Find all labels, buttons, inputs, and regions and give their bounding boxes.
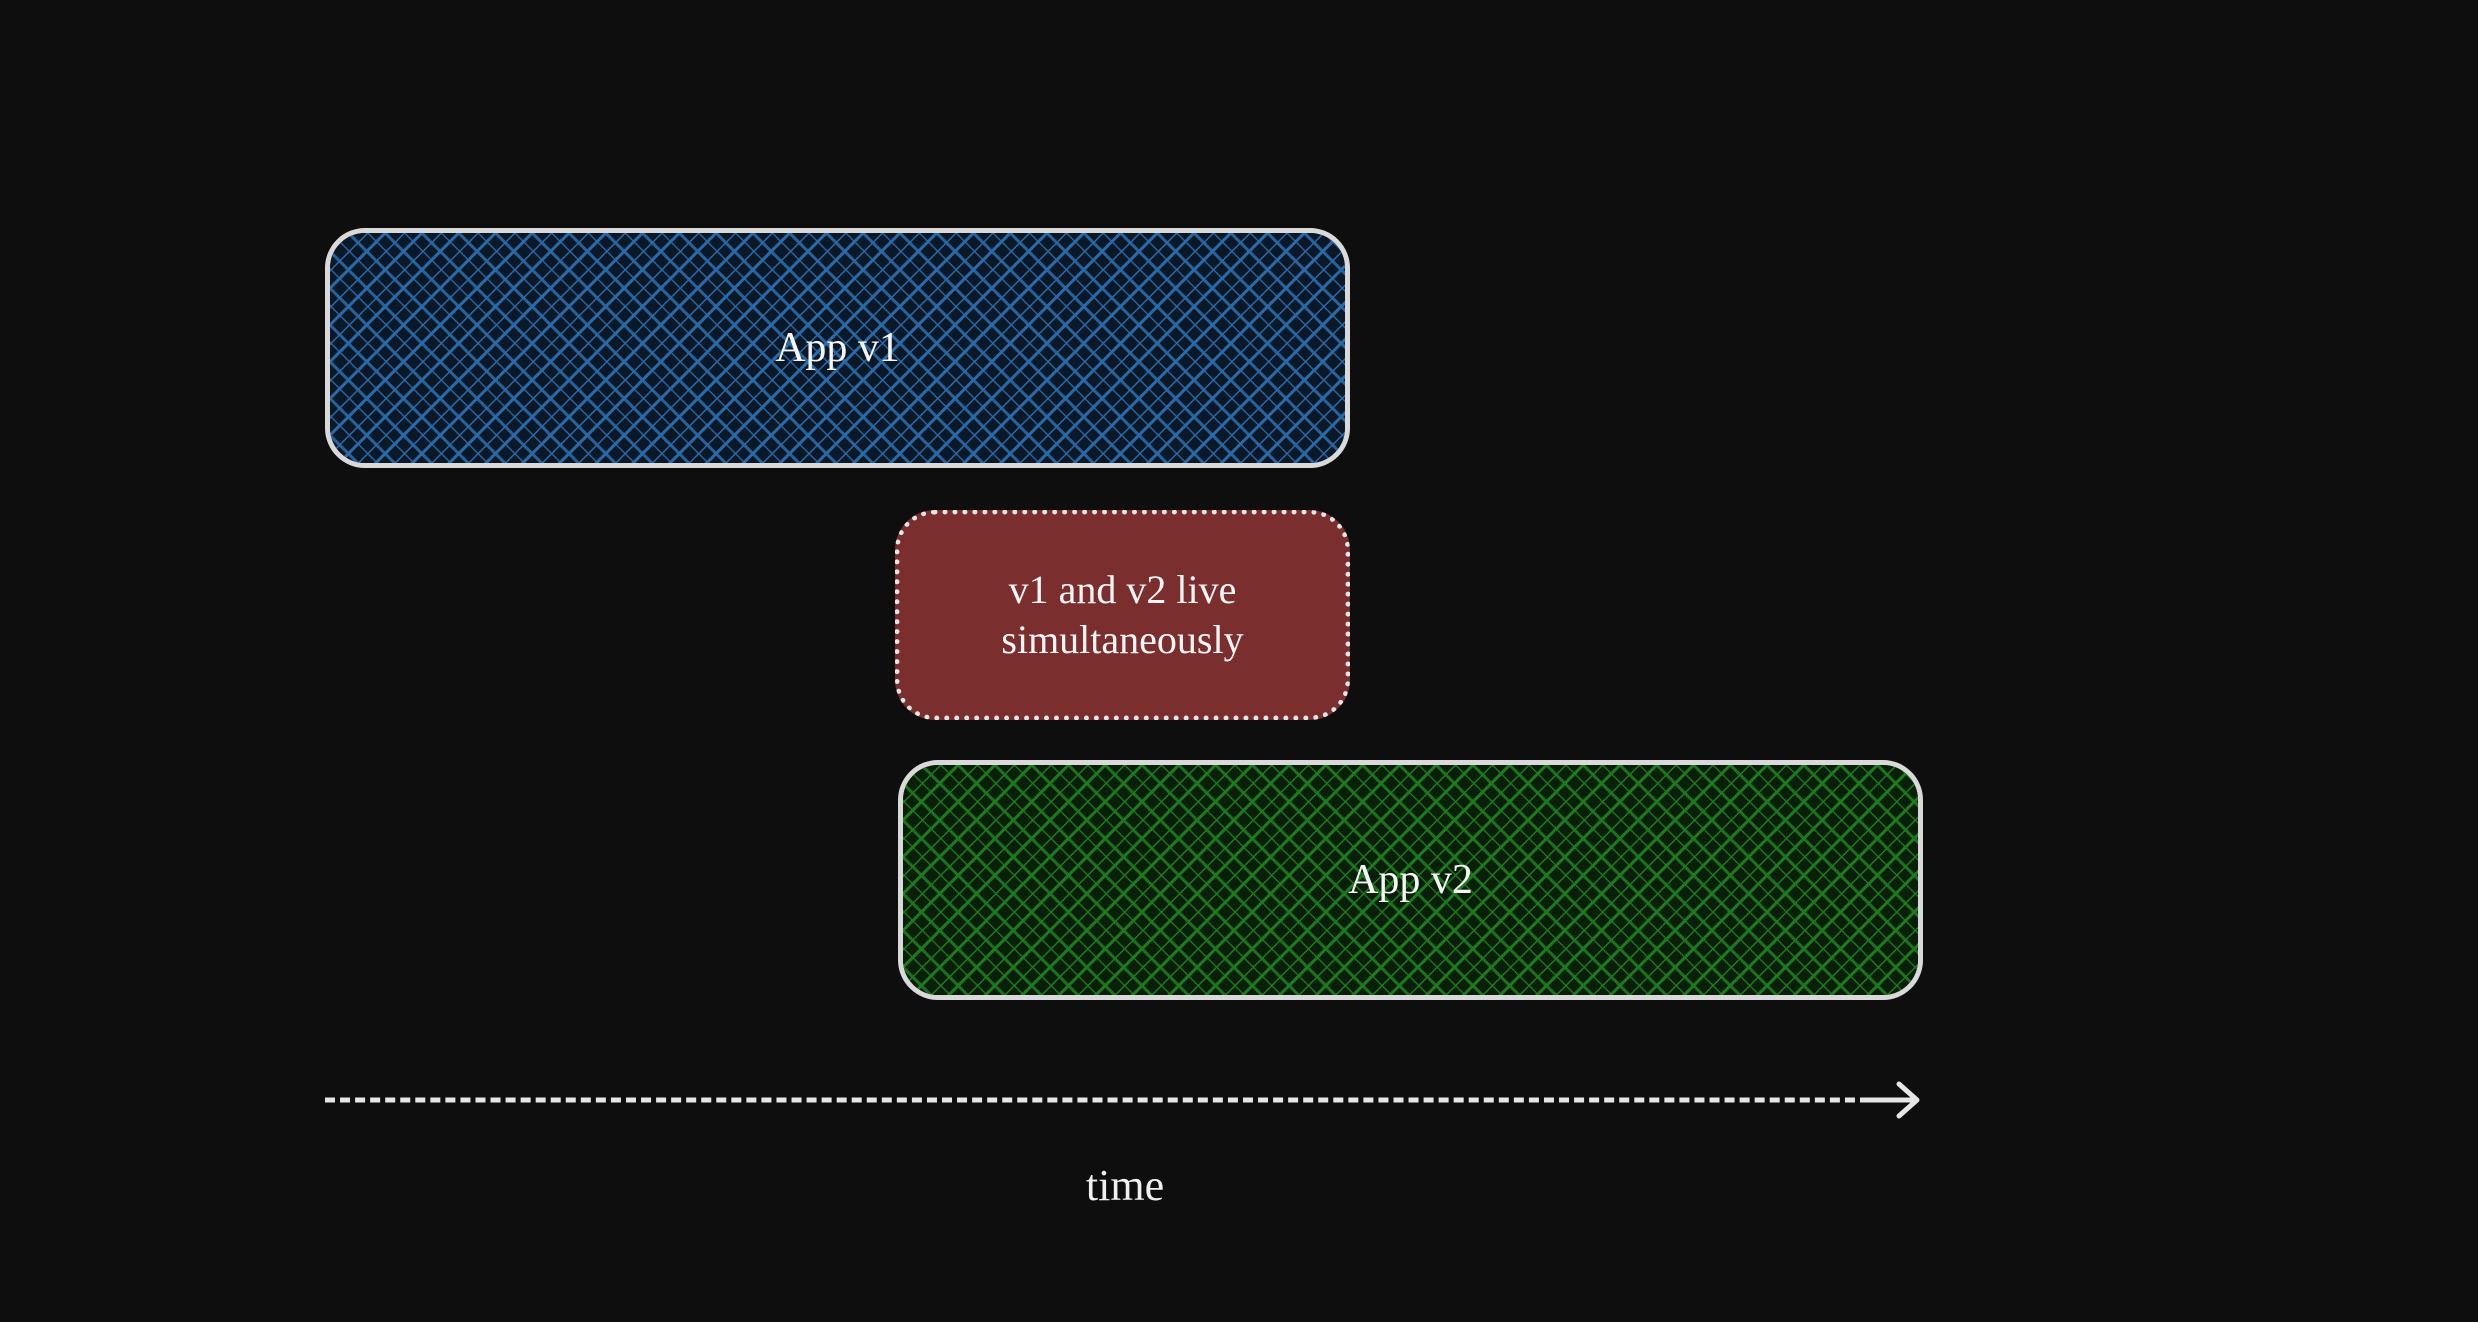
timeline-dash bbox=[325, 1098, 1870, 1103]
timeline-label: time bbox=[1086, 1160, 1164, 1211]
diagram-canvas: App v1 v1 and v2 live simultaneously App… bbox=[0, 0, 2478, 1322]
app-v2-label: App v2 bbox=[1348, 856, 1473, 904]
overlap-label: v1 and v2 live simultaneously bbox=[1001, 565, 1243, 665]
app-v2-box: App v2 bbox=[898, 760, 1923, 1000]
app-v1-box: App v1 bbox=[325, 228, 1350, 468]
arrow-right-icon bbox=[1865, 1078, 1925, 1122]
app-v1-label: App v1 bbox=[775, 324, 900, 372]
overlap-box: v1 and v2 live simultaneously bbox=[895, 510, 1350, 720]
timeline: time bbox=[325, 1095, 1925, 1211]
timeline-line bbox=[325, 1095, 1925, 1105]
